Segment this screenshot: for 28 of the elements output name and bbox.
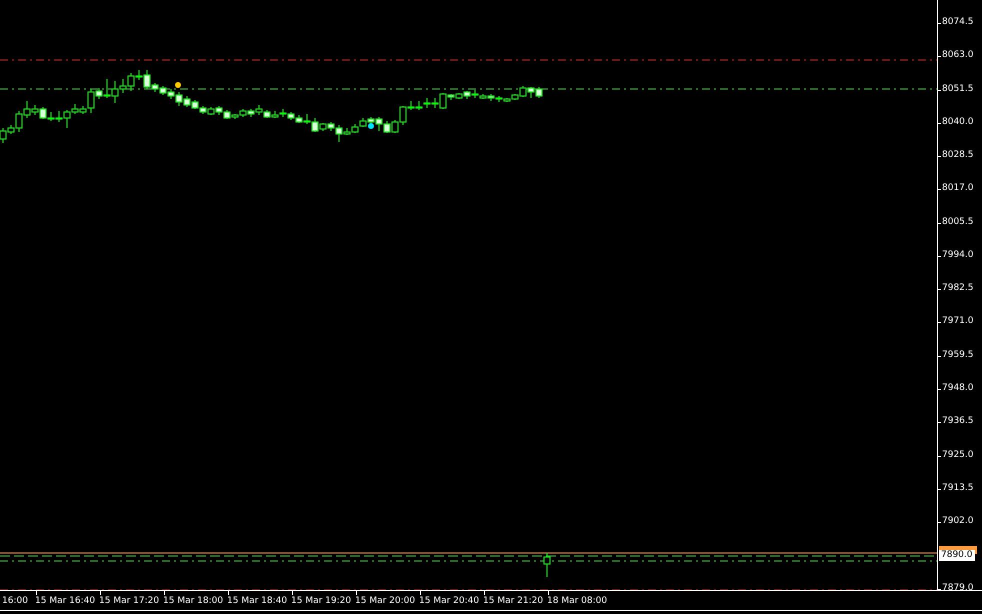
- price-label: 8017.0: [942, 183, 974, 194]
- price-label: 7994.0: [942, 250, 974, 261]
- current-price-tag: 7890.0: [939, 550, 974, 561]
- price-label: 7982.5: [942, 283, 974, 294]
- time-label: 15 Mar 16:40: [35, 596, 96, 607]
- price-label: 8051.5: [942, 84, 974, 95]
- price-label: 8028.5: [942, 150, 974, 162]
- price-label: 8005.5: [942, 216, 974, 228]
- price-label: 7925.0: [942, 450, 974, 460]
- price-label: 7971.0: [942, 316, 974, 328]
- time-label: 15 Mar 21:20: [483, 596, 544, 607]
- time-label: 18 Mar 08:00: [547, 596, 608, 607]
- price-label: 7959.5: [942, 350, 974, 361]
- price-label: 7936.5: [942, 416, 974, 428]
- time-label: 15 Mar 20:40: [419, 596, 480, 607]
- price-label: 7913.5: [942, 482, 974, 494]
- price-label: 7879.0: [942, 582, 974, 594]
- time-label: 15 Mar 18:00: [163, 596, 224, 607]
- price-label: 8063.0: [942, 50, 974, 62]
- time-label: 15 Mar 18:40: [227, 596, 288, 607]
- time-label: 15 Mar 17:20: [99, 596, 160, 607]
- time-label: 15 Mar 20:00: [355, 596, 416, 607]
- time-label: 15 Mar 19:20: [291, 596, 352, 607]
- price-label: 7948.0: [942, 382, 974, 394]
- time-label: 16:00: [2, 596, 28, 607]
- price-label: 7902.0: [942, 516, 974, 528]
- price-label: 8074.5: [942, 17, 974, 28]
- price-label: 8040.0: [942, 116, 974, 128]
